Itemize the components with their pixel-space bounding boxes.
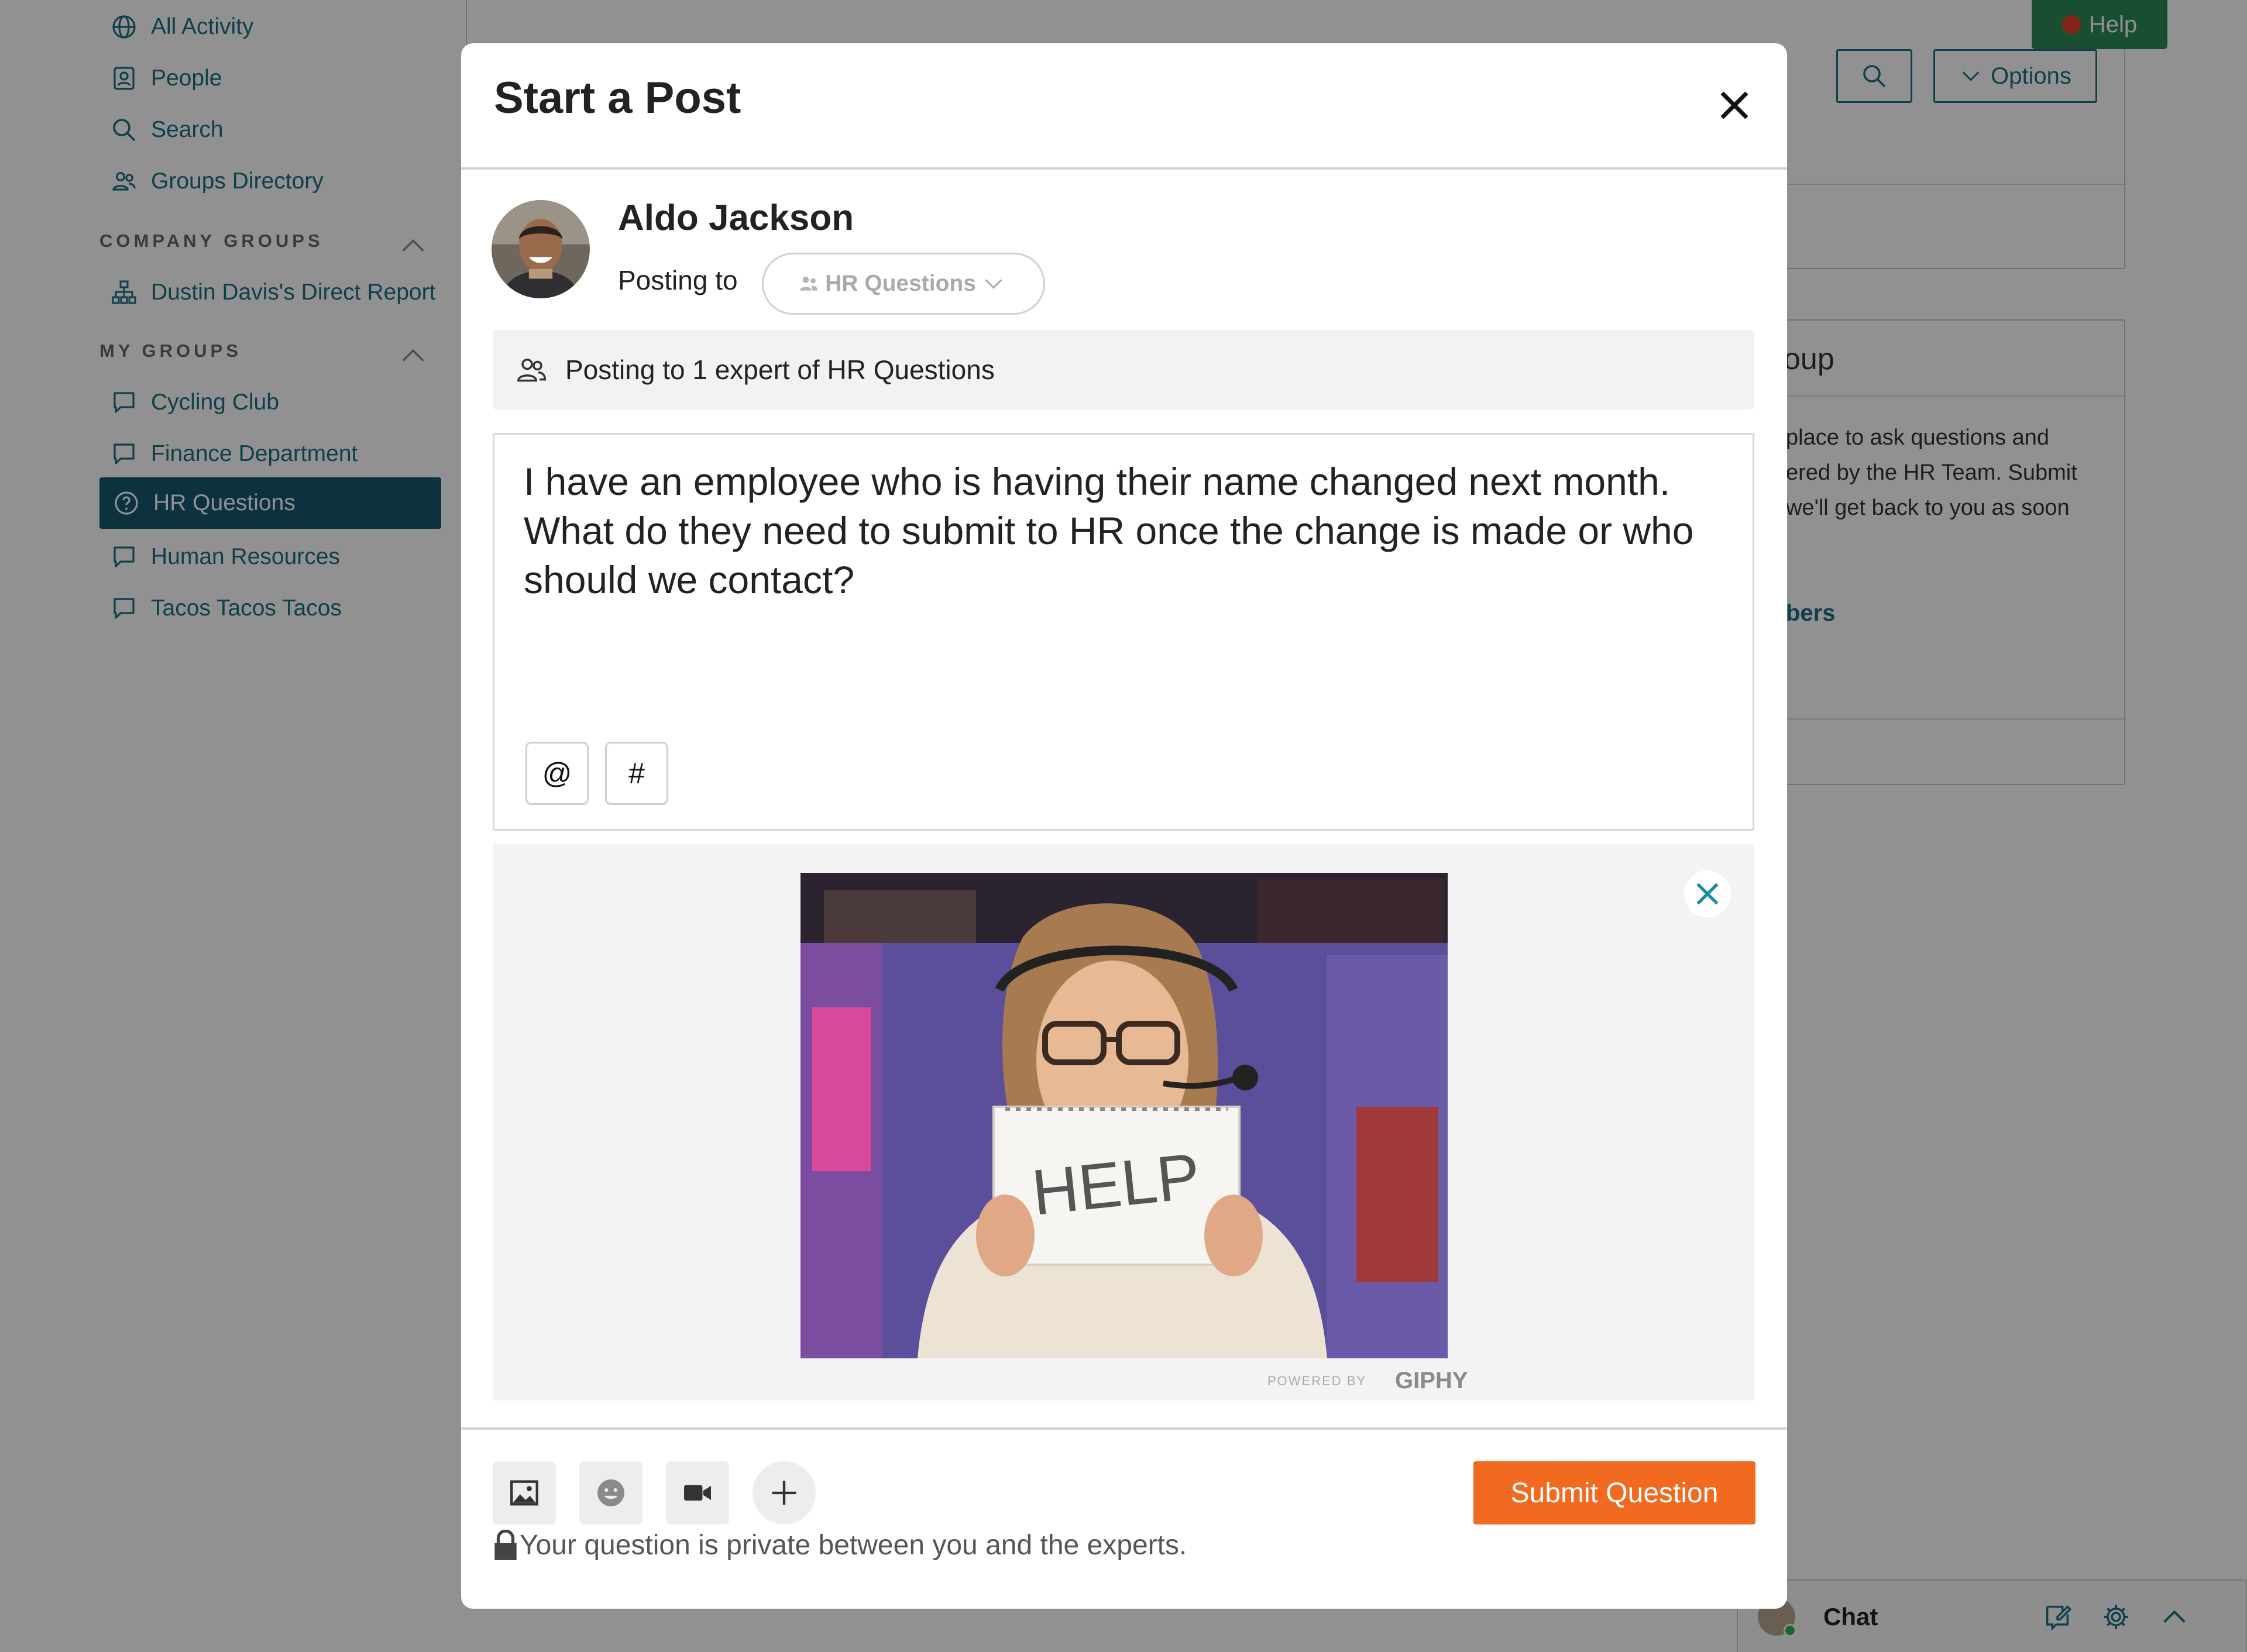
expert-info-text: Posting to 1 expert of HR Questions	[565, 355, 995, 385]
image-icon	[510, 1480, 538, 1506]
attach-image-button[interactable]	[493, 1461, 556, 1524]
avatar	[492, 200, 590, 298]
attach-video-button[interactable]	[666, 1461, 729, 1524]
lock-icon	[494, 1529, 517, 1560]
smiley-icon	[597, 1479, 624, 1506]
plus-icon	[772, 1481, 796, 1505]
start-post-modal: Start a Post Aldo Jackson Posting to HR …	[461, 43, 1787, 1609]
privacy-note: Your question is private between you and…	[493, 1529, 1187, 1561]
close-icon[interactable]	[1713, 84, 1755, 126]
gif-image: HELP	[800, 873, 1448, 1358]
emoji-button[interactable]	[579, 1461, 643, 1524]
divider	[461, 1427, 1787, 1430]
hashtag-button[interactable]: #	[605, 742, 668, 805]
gif-attachment: HELP POWERED BY GIPHY	[493, 844, 1754, 1400]
giphy-logo: GIPHY	[1395, 1368, 1468, 1393]
users-icon	[517, 358, 547, 382]
video-camera-icon	[684, 1485, 711, 1501]
close-icon	[1696, 883, 1719, 905]
groups-icon	[800, 277, 818, 291]
giphy-powered-by: POWERED BY	[1267, 1374, 1367, 1388]
group-selector-dropdown[interactable]: HR Questions	[762, 253, 1045, 315]
divider	[461, 167, 1787, 170]
user-name: Aldo Jackson	[618, 198, 854, 238]
more-options-button[interactable]	[753, 1461, 816, 1524]
mention-button[interactable]: @	[525, 742, 589, 805]
privacy-text: Your question is private between you and…	[520, 1530, 1187, 1561]
post-body-textarea[interactable]: I have an employee who is having their n…	[493, 433, 1754, 831]
chevron-down-icon	[985, 279, 1002, 289]
expert-info-bar: Posting to 1 expert of HR Questions	[493, 330, 1754, 409]
submit-question-button[interactable]: Submit Question	[1473, 1461, 1755, 1524]
post-body-text: I have an employee who is having their n…	[524, 460, 1694, 601]
modal-title: Start a Post	[494, 73, 741, 123]
remove-gif-button[interactable]	[1684, 870, 1731, 917]
posting-to-label: Posting to	[618, 265, 738, 295]
group-selector-label: HR Questions	[825, 271, 976, 296]
